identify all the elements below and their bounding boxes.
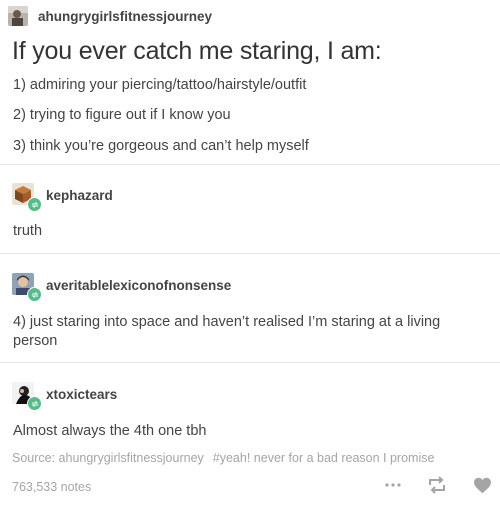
reblog-badge-icon — [27, 197, 42, 212]
reblog-text: truth — [13, 223, 43, 239]
list-item: 3) think you’re gorgeous and can’t help … — [13, 138, 309, 154]
reblog-username[interactable]: kephazard — [46, 188, 113, 203]
reblog-header: xtoxictears — [12, 382, 117, 411]
reblog-text: 4) just staring into space and haven’t r… — [13, 314, 441, 349]
reblog-badge-icon — [27, 396, 42, 411]
reblog-avatar[interactable] — [12, 183, 42, 212]
reblog-text: Almost always the 4th one tbh — [13, 423, 207, 439]
list-item: 2) trying to figure out if I know you — [13, 107, 231, 123]
reblog-avatar[interactable] — [12, 273, 42, 302]
divider — [0, 362, 500, 363]
source-link[interactable]: Source: ahungrygirlsfitnessjourney — [12, 451, 204, 465]
post-actions — [359, 476, 492, 494]
reblog-badge-icon — [27, 287, 42, 302]
divider — [0, 164, 500, 165]
list-item: 1) admiring your piercing/tattoo/hairsty… — [13, 77, 307, 93]
post-header: ahungrygirlsfitnessjourney — [8, 6, 212, 26]
post-author-name[interactable]: ahungrygirlsfitnessjourney — [38, 9, 212, 24]
source-line: Source: ahungrygirlsfitnessjourney #yeah!… — [12, 451, 434, 465]
reblog-username[interactable]: averitablelexiconofnonsense — [46, 278, 231, 293]
notes-count[interactable]: 763,533 notes — [12, 480, 91, 494]
reblog-header: kephazard — [12, 183, 113, 212]
reblog-avatar[interactable] — [12, 382, 42, 411]
post-title: If you ever catch me staring, I am: — [12, 37, 382, 65]
author-avatar[interactable] — [8, 6, 28, 26]
heart-icon[interactable] — [473, 477, 492, 494]
more-options-icon[interactable] — [385, 483, 401, 487]
post-tags[interactable]: #yeah! never for a bad reason I promise — [213, 451, 435, 465]
divider — [0, 253, 500, 254]
reblog-header: averitablelexiconofnonsense — [12, 273, 231, 302]
reblog-username[interactable]: xtoxictears — [46, 387, 117, 402]
reblog-icon[interactable] — [427, 476, 447, 494]
